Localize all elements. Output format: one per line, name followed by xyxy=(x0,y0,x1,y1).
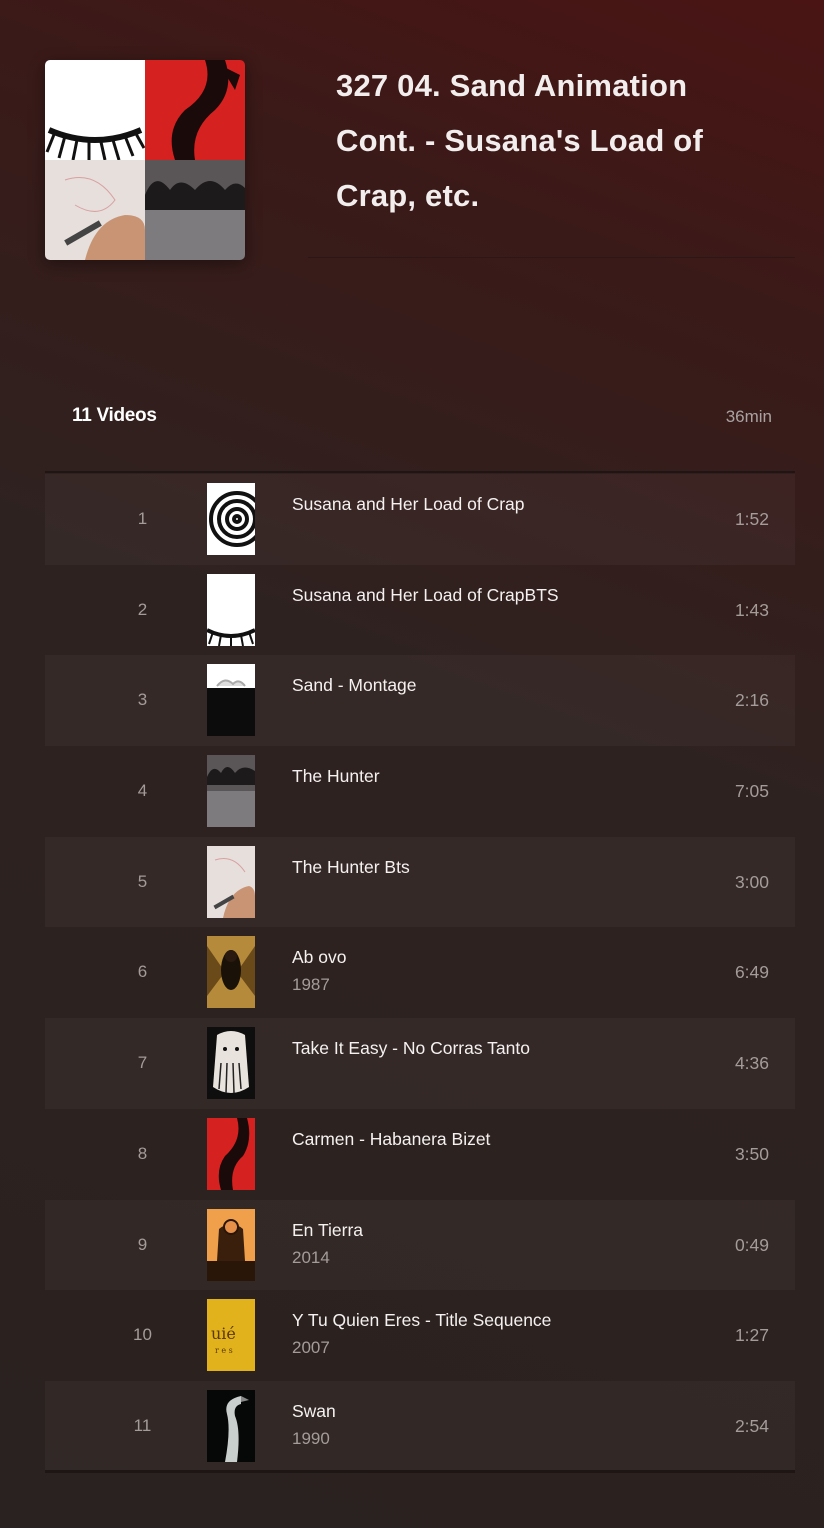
track-duration: 3:00 xyxy=(734,871,769,892)
track-info: The Hunter xyxy=(292,766,380,787)
track-info: Susana and Her Load of Crap xyxy=(292,494,525,515)
track-thumbnail[interactable] xyxy=(207,1208,255,1281)
track-index: 5 xyxy=(137,871,148,891)
track-title[interactable]: Susana and Her Load of CrapBTS xyxy=(292,585,559,606)
track-info: The Hunter Bts xyxy=(292,857,410,878)
track-index: 9 xyxy=(137,1234,148,1254)
cover-tile-hand-drawing xyxy=(45,160,145,260)
track-index: 1 xyxy=(137,509,148,528)
track-info: Take It Easy - No Corras Tanto xyxy=(292,1038,530,1059)
track-thumbnail[interactable] xyxy=(207,755,255,828)
track-year: 1987 xyxy=(292,975,330,995)
track-duration: 2:16 xyxy=(734,690,769,711)
track-thumbnail[interactable] xyxy=(207,845,255,918)
track-row[interactable]: 2 Susana and Her Load of CrapBTS 1:43 xyxy=(45,565,795,656)
track-index: 8 xyxy=(137,1143,148,1163)
track-thumbnail[interactable] xyxy=(207,664,255,737)
playlist-cover xyxy=(45,60,245,260)
track-title[interactable]: Ab ovo xyxy=(292,947,346,968)
cover-tile-red-dancer xyxy=(145,60,245,160)
track-thumbnail[interactable] xyxy=(207,1027,255,1100)
svg-text:r e s: r e s xyxy=(215,1346,233,1355)
track-thumbnail[interactable] xyxy=(207,1117,255,1190)
track-info: Carmen - Habanera Bizet xyxy=(292,1129,490,1150)
track-duration: 1:27 xyxy=(734,1325,769,1346)
track-row[interactable]: 5 The Hunter Bts 3:00 xyxy=(45,837,795,928)
track-row[interactable]: 7 Take It Easy - No Corras Tanto 4:36 xyxy=(45,1018,795,1109)
track-title[interactable]: En Tierra xyxy=(292,1220,363,1241)
playlist-title: 327 04. Sand Animation Cont. - Susana's … xyxy=(336,68,703,213)
track-row[interactable]: 9 En Tierra 2014 0:49 xyxy=(45,1200,795,1291)
track-thumbnail[interactable]: uié r e s xyxy=(207,1299,255,1372)
track-year: 2007 xyxy=(292,1338,330,1358)
track-row[interactable]: 10 uié r e s Y Tu Quien Eres - Title Sequen… xyxy=(45,1290,795,1381)
track-info: Swan 1990 xyxy=(292,1401,336,1449)
track-duration: 4:36 xyxy=(734,1053,769,1074)
track-duration: 6:49 xyxy=(734,962,769,983)
track-title[interactable]: Take It Easy - No Corras Tanto xyxy=(292,1038,530,1059)
track-row[interactable]: 6 Ab ovo 1987 6:49 xyxy=(45,927,795,1018)
track-thumbnail[interactable] xyxy=(207,936,255,1009)
track-duration: 7:05 xyxy=(734,781,769,802)
track-info: Sand - Montage xyxy=(292,675,417,696)
track-title[interactable]: The Hunter Bts xyxy=(292,857,410,878)
track-index: 10 xyxy=(133,1325,152,1345)
track-year: 2014 xyxy=(292,1247,330,1267)
track-year: 1990 xyxy=(292,1428,330,1448)
track-thumbnail[interactable] xyxy=(207,573,255,646)
track-row[interactable]: 4 The Hunter 7:05 xyxy=(45,746,795,837)
track-index: 2 xyxy=(137,599,148,619)
track-row[interactable]: 1 Susana and Her Load of Crap 1:52 xyxy=(45,474,795,565)
track-row[interactable]: 8 Carmen - Habanera Bizet 3:50 xyxy=(45,1109,795,1200)
track-info: Ab ovo 1987 xyxy=(292,947,346,995)
video-count: 11 Videos xyxy=(72,405,157,426)
playlist-summary: 11 Videos 36min xyxy=(72,405,772,433)
svg-text:uié: uié xyxy=(211,1324,236,1343)
track-index: 3 xyxy=(137,690,148,710)
list-top-divider xyxy=(45,471,795,473)
track-title[interactable]: The Hunter xyxy=(292,766,380,787)
track-duration: 1:43 xyxy=(734,599,769,620)
track-thumbnail[interactable] xyxy=(207,483,255,555)
track-index: 6 xyxy=(137,962,148,982)
track-title[interactable]: Susana and Her Load of Crap xyxy=(292,494,525,515)
total-duration: 36min xyxy=(725,407,772,426)
track-title[interactable]: Y Tu Quien Eres - Title Sequence xyxy=(292,1310,551,1331)
track-list: 1 Susana and Her Load of Crap 1:52 2 Susana … xyxy=(45,474,795,1472)
track-thumbnail[interactable] xyxy=(207,1389,255,1462)
track-title[interactable]: Sand - Montage xyxy=(292,675,417,696)
title-divider xyxy=(308,257,795,258)
track-index: 4 xyxy=(137,781,148,801)
track-info: Y Tu Quien Eres - Title Sequence 2007 xyxy=(292,1310,551,1358)
cover-tile-hunter xyxy=(145,160,245,260)
track-duration: 3:50 xyxy=(734,1143,769,1164)
cover-tile-eyelash xyxy=(45,60,145,160)
track-duration: 0:49 xyxy=(734,1234,769,1255)
list-bottom-divider xyxy=(45,1470,795,1473)
track-row[interactable]: 3 Sand - Montage 2:16 xyxy=(45,655,795,746)
track-title[interactable]: Carmen - Habanera Bizet xyxy=(292,1129,490,1150)
track-info: Susana and Her Load of CrapBTS xyxy=(292,585,559,606)
track-info: En Tierra 2014 xyxy=(292,1220,363,1268)
track-index: 7 xyxy=(137,1053,148,1073)
track-row[interactable]: 11 Swan 1990 2:54 xyxy=(45,1381,795,1472)
track-title[interactable]: Swan xyxy=(292,1401,336,1422)
track-index: 11 xyxy=(133,1415,152,1435)
track-duration: 2:54 xyxy=(734,1415,769,1436)
track-duration: 1:52 xyxy=(734,509,769,529)
